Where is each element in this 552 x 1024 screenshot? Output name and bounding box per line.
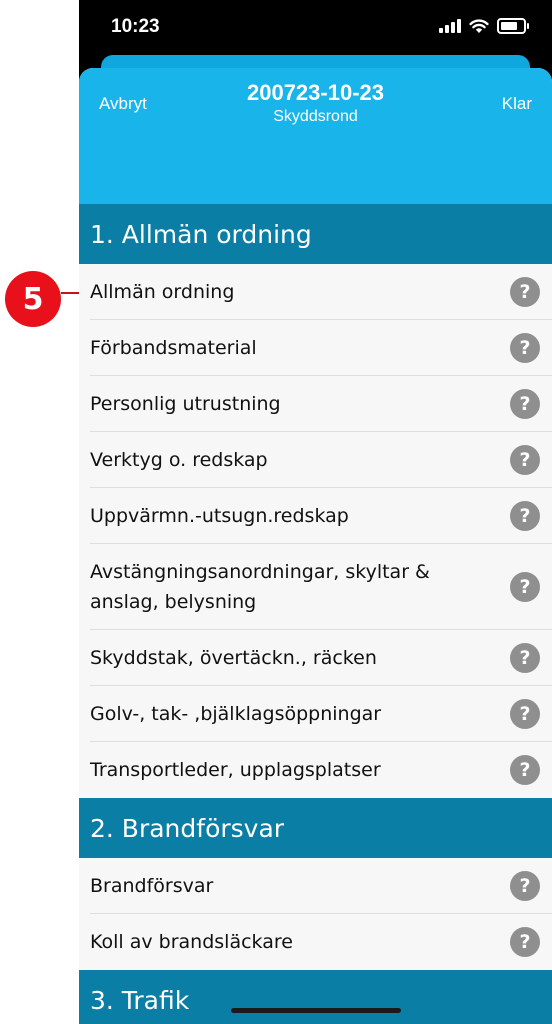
- help-icon[interactable]: ?: [510, 501, 540, 531]
- annotation-callout: 5: [5, 271, 61, 327]
- status-bar: 10:23: [79, 0, 552, 56]
- help-icon[interactable]: ?: [510, 389, 540, 419]
- home-indicator[interactable]: [231, 1008, 401, 1013]
- status-icons: [439, 18, 529, 34]
- help-icon[interactable]: ?: [510, 445, 540, 475]
- status-time: 10:23: [111, 16, 160, 37]
- list-item[interactable]: Skyddstak, övertäckn., räcken ?: [79, 630, 552, 686]
- list-item[interactable]: Golv-, tak- ,bjälklagsöppningar ?: [79, 686, 552, 742]
- done-button[interactable]: Klar: [502, 94, 532, 114]
- section-header-trafik: 3. Trafik: [79, 970, 552, 1024]
- list-item-label: Transportleder, upplagsplatser: [90, 759, 381, 781]
- list-item-label: Verktyg o. redskap: [90, 449, 268, 471]
- help-icon[interactable]: ?: [510, 643, 540, 673]
- modal-sheet: Avbryt 200723-10-23 Skyddsrond Klar 1. A…: [79, 68, 552, 1024]
- list-item[interactable]: Uppvärmn.-utsugn.redskap ?: [79, 488, 552, 544]
- section-header-allman-ordning: 1. Allmän ordning: [79, 204, 552, 264]
- help-icon[interactable]: ?: [510, 755, 540, 785]
- list-item[interactable]: Personlig utrustning ?: [79, 376, 552, 432]
- list-item-label: Personlig utrustning: [90, 393, 281, 415]
- section-header-brandforsvar: 2. Brandförsvar: [79, 798, 552, 858]
- section-list-allman-ordning: Allmän ordning ? Förbandsmaterial ? Pers…: [79, 264, 552, 798]
- nav-title: 200723-10-23: [246, 80, 384, 105]
- list-item[interactable]: Koll av brandsläckare ?: [79, 914, 552, 970]
- list-item-label: Avstängningsanordningar, skyltar & ansla…: [90, 561, 430, 613]
- list-item-label: Allmän ordning: [90, 281, 235, 303]
- list-item-label: Uppvärmn.-utsugn.redskap: [90, 505, 349, 527]
- list-item[interactable]: Verktyg o. redskap ?: [79, 432, 552, 488]
- list-item-label: Koll av brandsläckare: [90, 931, 293, 953]
- help-icon[interactable]: ?: [510, 871, 540, 901]
- list-item[interactable]: Brandförsvar ?: [79, 858, 552, 914]
- annotation-pointer-line: [61, 292, 81, 294]
- list-item-label: Golv-, tak- ,bjälklagsöppningar: [90, 703, 382, 725]
- phone-screen: 10:23 Avbryt 200723-10-23 Skyddsrond Kla…: [79, 0, 552, 1024]
- list-item[interactable]: Transportleder, upplagsplatser ?: [79, 742, 552, 798]
- help-icon[interactable]: ?: [510, 572, 540, 602]
- battery-icon: [497, 18, 529, 34]
- list-item[interactable]: Avstängningsanordningar, skyltar & ansla…: [79, 544, 552, 630]
- cellular-signal-icon: [439, 19, 461, 33]
- help-icon[interactable]: ?: [510, 277, 540, 307]
- help-icon[interactable]: ?: [510, 927, 540, 957]
- wifi-icon: [469, 18, 489, 33]
- list-item-label: Skyddstak, övertäckn., räcken: [90, 647, 377, 669]
- list-item-label: Brandförsvar: [90, 875, 214, 897]
- help-icon[interactable]: ?: [510, 333, 540, 363]
- nav-subtitle: Skyddsrond: [273, 108, 358, 125]
- section-list-brandforsvar: Brandförsvar ? Koll av brandsläckare ?: [79, 858, 552, 970]
- help-icon[interactable]: ?: [510, 699, 540, 729]
- list-item[interactable]: Allmän ordning ?: [79, 264, 552, 320]
- list-item-label: Förbandsmaterial: [90, 337, 257, 359]
- nav-header: Avbryt 200723-10-23 Skyddsrond Klar: [79, 68, 552, 204]
- list-item[interactable]: Förbandsmaterial ?: [79, 320, 552, 376]
